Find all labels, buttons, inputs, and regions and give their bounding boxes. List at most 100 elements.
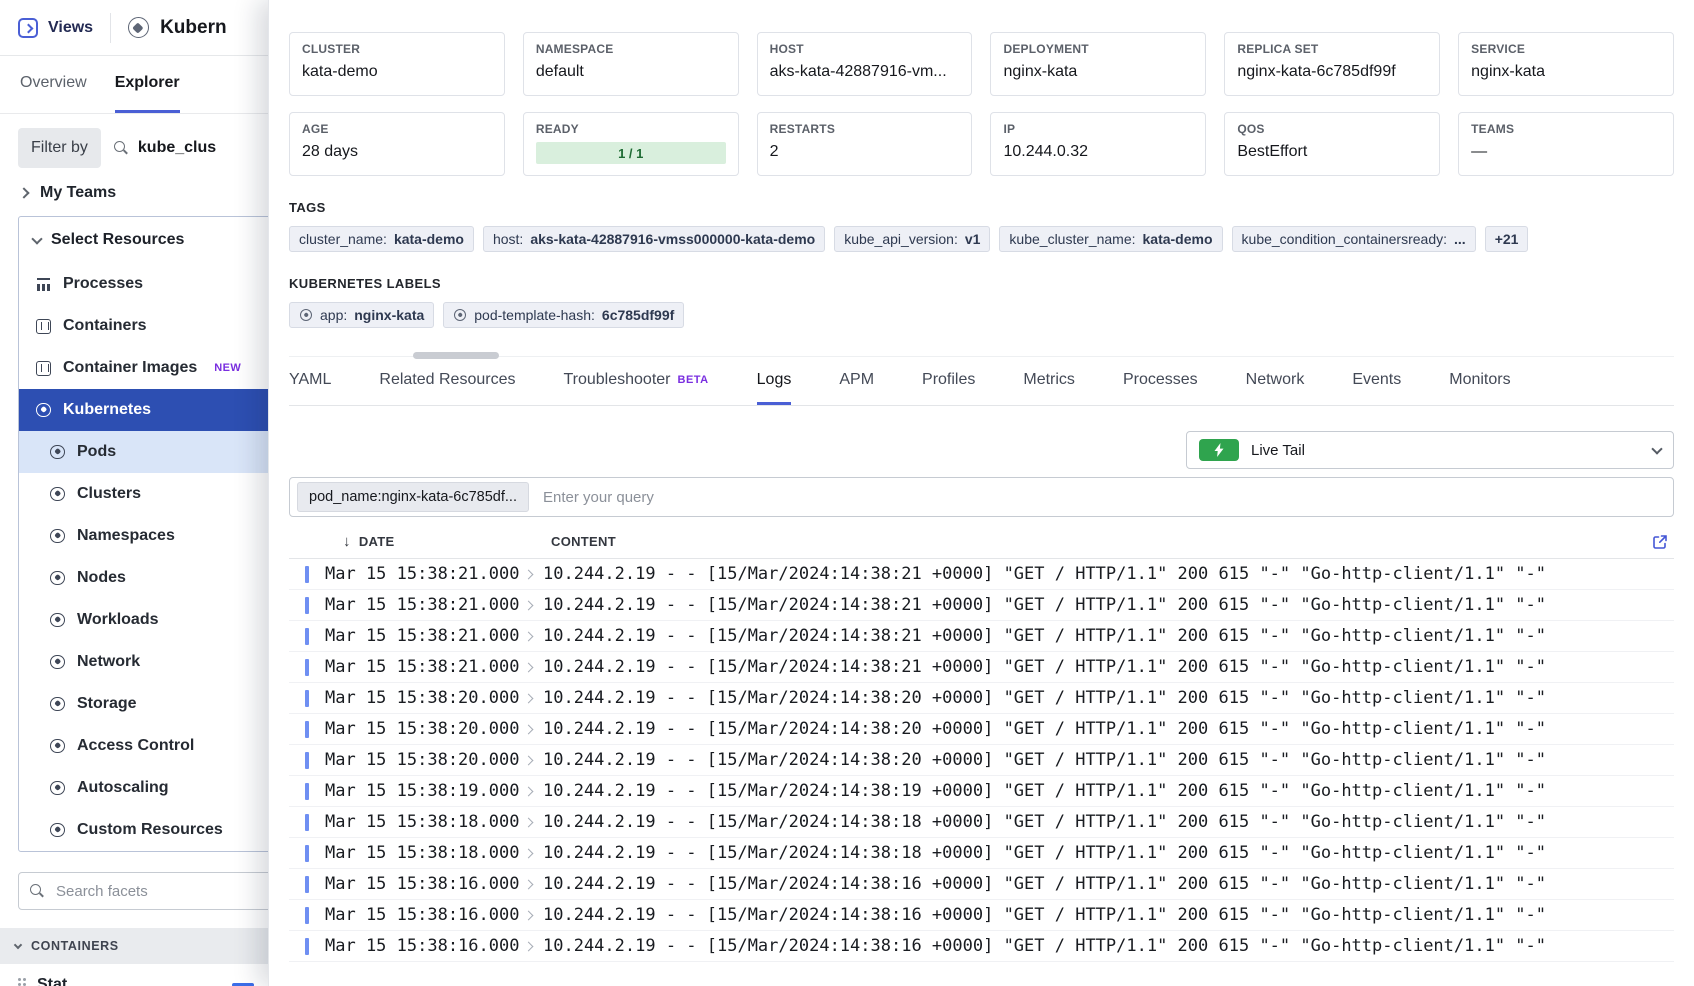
tags-more-pill[interactable]: +21 <box>1485 226 1529 252</box>
resource-item[interactable]: Network <box>19 641 299 683</box>
scrollbar-thumb[interactable] <box>413 352 499 359</box>
detail-tab[interactable]: APM <box>839 357 874 405</box>
ready-progress-bar: 1 / 1 <box>536 142 726 164</box>
detail-tab-label: YAML <box>289 371 331 389</box>
k8s-icon <box>49 654 66 671</box>
expand-chevron-icon[interactable] <box>524 600 534 610</box>
card-value: default <box>536 63 726 81</box>
detail-tab[interactable]: Metrics <box>1023 357 1075 405</box>
log-content: 10.244.2.19 - - [15/Mar/2024:14:38:18 +0… <box>543 843 1546 863</box>
select-resources-toggle[interactable]: Select Resources <box>19 217 299 263</box>
detail-tab[interactable]: Events <box>1352 357 1401 405</box>
containers-section-toggle[interactable]: CONTAINERS <box>0 928 300 964</box>
resource-item[interactable]: Workloads <box>19 599 299 641</box>
card-label: RESTARTS <box>770 122 960 136</box>
resource-item[interactable]: Pods <box>19 431 299 473</box>
log-row[interactable]: Mar 15 15:38:16.000 10.244.2.19 - - [15/… <box>289 900 1674 931</box>
kubernetes-icon <box>299 308 313 322</box>
tag-pill[interactable]: host:aks-kata-42887916-vmss000000-kata-d… <box>483 226 825 252</box>
detail-tab-label: Processes <box>1123 371 1198 389</box>
log-row[interactable]: Mar 15 15:38:21.000 10.244.2.19 - - [15/… <box>289 559 1674 590</box>
log-row[interactable]: Mar 15 15:38:20.000 10.244.2.19 - - [15/… <box>289 714 1674 745</box>
search-facets-input[interactable] <box>54 882 288 901</box>
resource-item[interactable]: Custom Resources <box>19 809 299 851</box>
detail-tab[interactable]: Processes <box>1123 357 1198 405</box>
expand-chevron-icon[interactable] <box>524 724 534 734</box>
sidebar-tab[interactable]: Overview <box>20 56 87 113</box>
detail-tab-label: Related Resources <box>379 371 515 389</box>
filter-query-value[interactable]: kube_clus <box>138 139 216 157</box>
resource-item[interactable]: Autoscaling <box>19 767 299 809</box>
expand-chevron-icon[interactable] <box>524 879 534 889</box>
expand-chevron-icon[interactable] <box>524 786 534 796</box>
expand-chevron-icon[interactable] <box>524 910 534 920</box>
log-row[interactable]: Mar 15 15:38:21.000 10.244.2.19 - - [15/… <box>289 621 1674 652</box>
log-row[interactable]: Mar 15 15:38:18.000 10.244.2.19 - - [15/… <box>289 807 1674 838</box>
search-facets-box[interactable] <box>18 872 300 910</box>
tag-pill[interactable]: kube_api_version:v1 <box>834 226 990 252</box>
containers-section-label: CONTAINERS <box>31 939 119 953</box>
sort-desc-icon[interactable]: ↓ <box>343 533 351 550</box>
log-row[interactable]: Mar 15 15:38:21.000 10.244.2.19 - - [15/… <box>289 590 1674 621</box>
resource-item[interactable]: Namespaces <box>19 515 299 557</box>
resource-item[interactable]: Storage <box>19 683 299 725</box>
resource-item[interactable]: Kubernetes <box>19 389 299 431</box>
k8s-label-pill[interactable]: app:nginx-kata <box>289 302 434 328</box>
log-row[interactable]: Mar 15 15:38:18.000 10.244.2.19 - - [15/… <box>289 838 1674 869</box>
expand-chevron-icon[interactable] <box>524 848 534 858</box>
live-tail-select[interactable]: Live Tail <box>1186 431 1674 469</box>
tag-pill[interactable]: kube_condition_containersready:... <box>1232 226 1476 252</box>
detail-tab[interactable]: Related Resources <box>379 357 515 405</box>
resource-item[interactable]: Access Control <box>19 725 299 767</box>
detail-tab[interactable]: Network <box>1246 357 1305 405</box>
my-teams-toggle[interactable]: My Teams <box>20 184 300 202</box>
query-input[interactable] <box>541 488 1666 507</box>
tag-pill[interactable]: kube_cluster_name:kata-demo <box>999 226 1222 252</box>
log-row[interactable]: Mar 15 15:38:16.000 10.244.2.19 - - [15/… <box>289 869 1674 900</box>
detail-tab[interactable]: Monitors <box>1449 357 1510 405</box>
label-key: app: <box>320 307 347 323</box>
drag-handle-icon[interactable] <box>18 978 27 986</box>
expand-chevron-icon[interactable] <box>524 662 534 672</box>
content-column-header: CONTENT <box>551 534 1652 549</box>
resource-item[interactable]: Processes <box>19 263 299 305</box>
search-icon <box>114 141 129 156</box>
facet-label: Stat <box>37 976 67 986</box>
card-value: BestEffort <box>1237 143 1427 161</box>
card-value: kata-demo <box>302 63 492 81</box>
log-row[interactable]: Mar 15 15:38:20.000 10.244.2.19 - - [15/… <box>289 745 1674 776</box>
detail-tab[interactable]: YAML <box>289 357 331 405</box>
tag-pill[interactable]: cluster_name:kata-demo <box>289 226 474 252</box>
expand-chevron-icon[interactable] <box>524 755 534 765</box>
log-row[interactable]: Mar 15 15:38:21.000 10.244.2.19 - - [15/… <box>289 652 1674 683</box>
log-query-bar[interactable]: pod_name:nginx-kata-6c785df... <box>289 477 1674 517</box>
log-content: 10.244.2.19 - - [15/Mar/2024:14:38:20 +0… <box>543 750 1546 770</box>
views-icon[interactable] <box>18 18 38 38</box>
resource-item[interactable]: Clusters <box>19 473 299 515</box>
views-menu[interactable]: Views <box>48 19 93 37</box>
search-icon <box>30 884 45 899</box>
log-row[interactable]: Mar 15 15:38:19.000 10.244.2.19 - - [15/… <box>289 776 1674 807</box>
card-value: — <box>1471 143 1661 161</box>
expand-chevron-icon[interactable] <box>524 941 534 951</box>
resource-item[interactable]: Container Images NEW <box>19 347 299 389</box>
date-column-header[interactable]: ↓ DATE <box>289 533 551 550</box>
detail-tab[interactable]: Troubleshooter BETA <box>563 357 708 405</box>
open-in-logs-icon[interactable] <box>1652 534 1668 550</box>
expand-chevron-icon[interactable] <box>524 631 534 641</box>
k8s-label-pill[interactable]: pod-template-hash:6c785df99f <box>443 302 684 328</box>
expand-chevron-icon[interactable] <box>524 693 534 703</box>
resource-item[interactable]: Nodes <box>19 557 299 599</box>
log-row[interactable]: Mar 15 15:38:20.000 10.244.2.19 - - [15/… <box>289 683 1674 714</box>
detail-tab[interactable]: Logs <box>757 357 792 405</box>
sidebar-tab[interactable]: Explorer <box>115 56 180 113</box>
expand-chevron-icon[interactable] <box>524 569 534 579</box>
detail-tab[interactable]: Profiles <box>922 357 975 405</box>
card-label: REPLICA SET <box>1237 42 1427 56</box>
query-filter-pill[interactable]: pod_name:nginx-kata-6c785df... <box>297 482 529 512</box>
log-row[interactable]: Mar 15 15:38:16.000 10.244.2.19 - - [15/… <box>289 931 1674 962</box>
facet-row-partial[interactable]: Stat <box>18 976 282 986</box>
expand-chevron-icon[interactable] <box>524 817 534 827</box>
filter-search[interactable]: kube_clus <box>114 139 216 157</box>
resource-item[interactable]: Containers <box>19 305 299 347</box>
